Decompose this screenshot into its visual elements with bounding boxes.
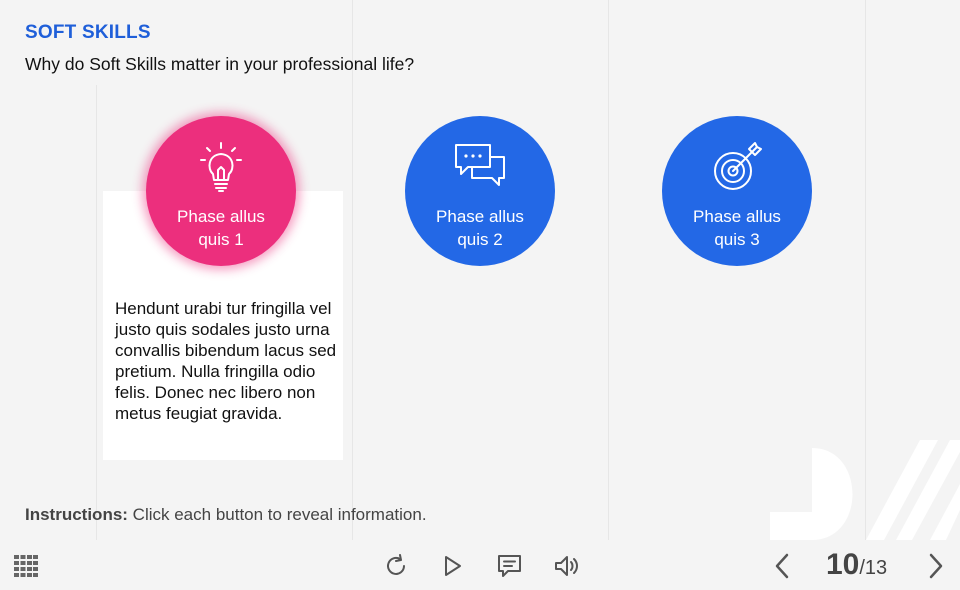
chevron-right-icon[interactable] (926, 552, 946, 580)
instructions-prefix: Instructions: (25, 505, 128, 524)
phase-label: Phase allus quis 2 (436, 207, 524, 249)
instructions-body: Click each button to reveal information. (127, 505, 427, 524)
phase-label: Phase allus quis 3 (693, 207, 781, 249)
chat-bubbles-icon (455, 144, 505, 186)
instructions-text: Instructions: Click each button to revea… (25, 505, 427, 525)
chevron-left-icon[interactable] (772, 552, 792, 580)
play-icon[interactable] (443, 554, 463, 578)
page-counter: 10/13 (826, 548, 887, 582)
grid-menu-icon[interactable] (14, 555, 38, 577)
target-arrow-icon (714, 142, 762, 190)
phase-button-3[interactable]: Phase allus quis 3 (662, 116, 812, 266)
player-toolbar (0, 540, 960, 590)
phase-button-2[interactable]: Phase allus quis 2 (405, 116, 555, 266)
replay-icon[interactable] (384, 554, 408, 578)
total-pages: /13 (859, 557, 888, 579)
info-panel-text: Hendunt urabi tur fringilla vel justo qu… (115, 299, 337, 423)
captions-icon[interactable] (497, 554, 522, 578)
volume-icon[interactable] (554, 554, 580, 578)
current-page: 10 (826, 548, 860, 581)
page-title: SOFT SKILLS (25, 22, 151, 43)
lightbulb-icon (200, 142, 242, 192)
page-subtitle: Why do Soft Skills matter in your profes… (25, 54, 415, 74)
divider-line (352, 0, 353, 540)
phase-label: Phase allus quis 1 (177, 207, 265, 249)
divider-line (608, 0, 609, 540)
phase-button-1[interactable]: Phase allus quis 1 (146, 116, 296, 266)
divider-line (96, 85, 97, 540)
decorative-shapes (770, 440, 960, 540)
